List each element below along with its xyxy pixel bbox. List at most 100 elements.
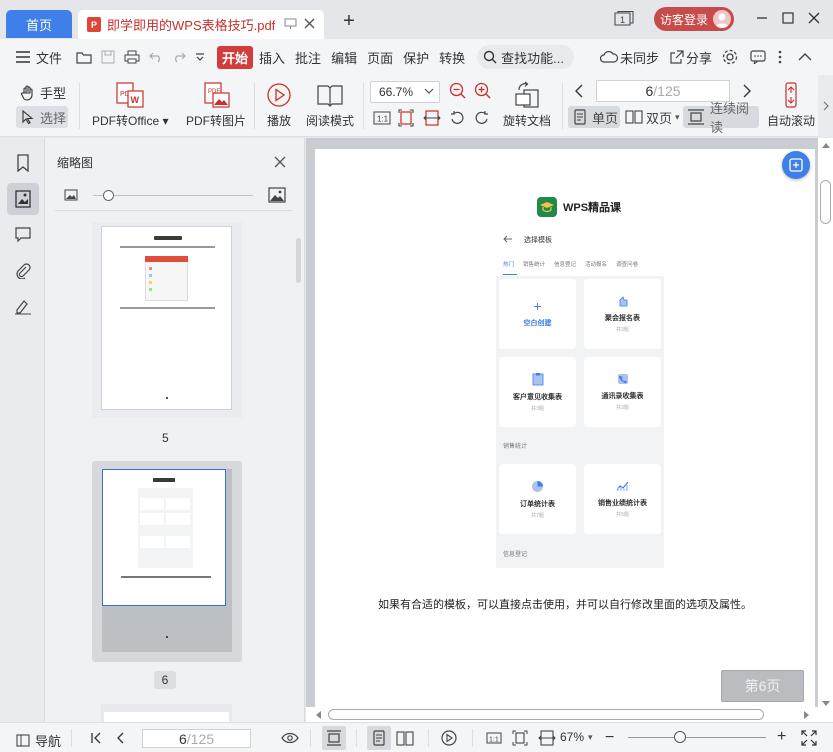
thumbnail-size-slider[interactable]	[93, 195, 253, 196]
collapse-ribbon-icon[interactable]	[798, 52, 812, 62]
navigation-toggle[interactable]: 导航	[16, 731, 61, 750]
fit-width-icon[interactable]	[423, 109, 441, 127]
fit-page-status-icon[interactable]	[512, 730, 528, 746]
prev-page-icon[interactable]	[116, 732, 124, 744]
scroll-right-icon[interactable]	[804, 711, 810, 719]
book-icon	[315, 81, 345, 109]
zoom-slider-knob[interactable]	[674, 731, 687, 743]
thumbnail-page-5[interactable]	[92, 222, 242, 418]
sync-status[interactable]: 未同步	[618, 48, 663, 67]
pdf-to-office-button[interactable]: PDF W PDF转Office ▾	[92, 81, 169, 129]
select-tool-button[interactable]: 选择	[16, 106, 68, 128]
fit-page-icon[interactable]	[398, 109, 414, 127]
redo-icon[interactable]	[172, 51, 186, 63]
menu-protect[interactable]: 保护	[399, 48, 433, 67]
read-mode-button[interactable]: 阅读模式	[306, 81, 354, 129]
thumbnail-scrollbar[interactable]	[296, 238, 301, 283]
horizontal-scrollbar[interactable]	[306, 707, 818, 722]
scroll-left-icon[interactable]	[315, 711, 321, 719]
horizontal-scroll-thumb[interactable]	[328, 709, 764, 720]
menu-edit[interactable]: 编辑	[327, 48, 361, 67]
rotate-document-button[interactable]: 旋转文档	[503, 81, 551, 129]
pdf-to-image-button[interactable]: PDF PDF转图片	[186, 81, 246, 129]
thumbnail-small-icon[interactable]	[64, 189, 78, 201]
zoom-out-icon[interactable]	[449, 82, 467, 100]
tab-home[interactable]: 首页	[6, 10, 72, 38]
menu-page[interactable]: 页面	[363, 48, 397, 67]
menu-insert[interactable]: 插入	[255, 48, 289, 67]
quick-access-dropdown-icon[interactable]	[195, 52, 205, 62]
fit-width-status-icon[interactable]	[538, 730, 556, 746]
double-page-button[interactable]: 双页 ▾	[625, 106, 680, 128]
bookmark-icon[interactable]	[7, 147, 39, 179]
undo-icon[interactable]	[149, 51, 163, 63]
close-panel-icon[interactable]	[274, 156, 286, 168]
navigation-panel-icon	[16, 734, 30, 747]
fullscreen-icon[interactable]	[801, 730, 817, 746]
thumbnail-size-slider-knob[interactable]	[103, 190, 114, 201]
rotate-right-icon[interactable]	[474, 110, 490, 126]
more-options-icon[interactable]	[778, 50, 782, 64]
zoom-in-icon[interactable]	[474, 82, 492, 100]
open-folder-icon[interactable]	[76, 50, 92, 64]
continuous-read-button[interactable]: 连续阅读	[683, 101, 759, 135]
single-page-mode-button[interactable]	[367, 726, 391, 750]
thumbnail-view-icon[interactable]	[7, 183, 39, 215]
monitor-icon[interactable]	[284, 18, 297, 30]
single-page-button[interactable]: 单页	[568, 106, 620, 128]
previous-page-icon[interactable]	[574, 84, 584, 98]
feedback-icon[interactable]	[750, 50, 766, 64]
minimize-icon[interactable]	[756, 12, 768, 24]
continuous-read-label: 连续阅读	[710, 101, 750, 135]
auto-scroll-button[interactable]: 自动滚动	[767, 81, 815, 129]
menu-convert[interactable]: 转换	[435, 48, 469, 67]
double-page-mode-icon[interactable]	[396, 731, 414, 746]
signature-pen-icon[interactable]	[7, 291, 39, 323]
ribbon-scroll-right[interactable]	[818, 75, 833, 137]
thumbnail-page-6[interactable]	[92, 461, 242, 662]
play-button[interactable]: 播放	[265, 81, 293, 129]
scroll-up-icon[interactable]	[822, 142, 830, 148]
feature-search[interactable]: 查找功能...	[477, 45, 574, 69]
scroll-down-icon[interactable]	[822, 701, 830, 707]
menu-annotate[interactable]: 批注	[291, 48, 325, 67]
floating-action-button[interactable]	[782, 151, 810, 179]
tab-document[interactable]: P 即学即用的WPS表格技巧.pdf	[78, 10, 324, 39]
zoom-select[interactable]: 66.7%	[370, 81, 440, 103]
guest-login-button[interactable]: 访客登录	[654, 7, 734, 31]
hamburger-icon[interactable]	[16, 51, 30, 63]
status-page-input[interactable]: 6/125	[142, 729, 251, 748]
zoom-in-plus-icon[interactable]: +	[777, 729, 786, 745]
print-icon[interactable]	[124, 50, 140, 64]
close-window-icon[interactable]	[808, 12, 820, 24]
comment-icon[interactable]	[7, 219, 39, 251]
zoom-slider[interactable]	[628, 737, 766, 738]
eye-protection-icon[interactable]	[281, 732, 299, 744]
actual-size-status-icon[interactable]: 1:1	[486, 732, 502, 744]
save-icon[interactable]	[101, 50, 115, 64]
zoom-dropdown[interactable]: 67% ▾	[560, 730, 593, 744]
continuous-mode-button[interactable]	[322, 726, 346, 750]
window-count-icon[interactable]: 1	[614, 11, 634, 27]
zoom-out-minus-icon[interactable]: −	[605, 730, 614, 746]
vertical-scrollbar[interactable]	[818, 138, 833, 722]
menu-start[interactable]: 开始	[217, 45, 254, 69]
hand-tool-button[interactable]: 手型	[20, 83, 66, 102]
new-tab-button[interactable]: +	[341, 10, 357, 32]
share-button[interactable]: 分享	[684, 48, 716, 67]
thumbnail-large-icon[interactable]	[268, 187, 286, 203]
share-icon[interactable]	[669, 50, 684, 64]
thumbnail-page-7[interactable]	[101, 704, 232, 722]
play-slideshow-icon[interactable]	[441, 730, 457, 746]
actual-size-icon[interactable]: 1:1	[373, 111, 391, 125]
attachment-icon[interactable]	[7, 255, 39, 287]
cloud-sync-icon[interactable]	[599, 50, 618, 64]
next-page-icon[interactable]	[742, 84, 752, 98]
vertical-scroll-thumb[interactable]	[820, 180, 831, 224]
rotate-left-icon[interactable]	[449, 110, 465, 126]
settings-gear-icon[interactable]	[722, 49, 738, 65]
first-page-icon[interactable]	[90, 732, 102, 744]
maximize-icon[interactable]	[782, 12, 794, 24]
menu-file[interactable]: 文件	[32, 48, 66, 67]
close-tab-icon[interactable]	[303, 17, 316, 30]
